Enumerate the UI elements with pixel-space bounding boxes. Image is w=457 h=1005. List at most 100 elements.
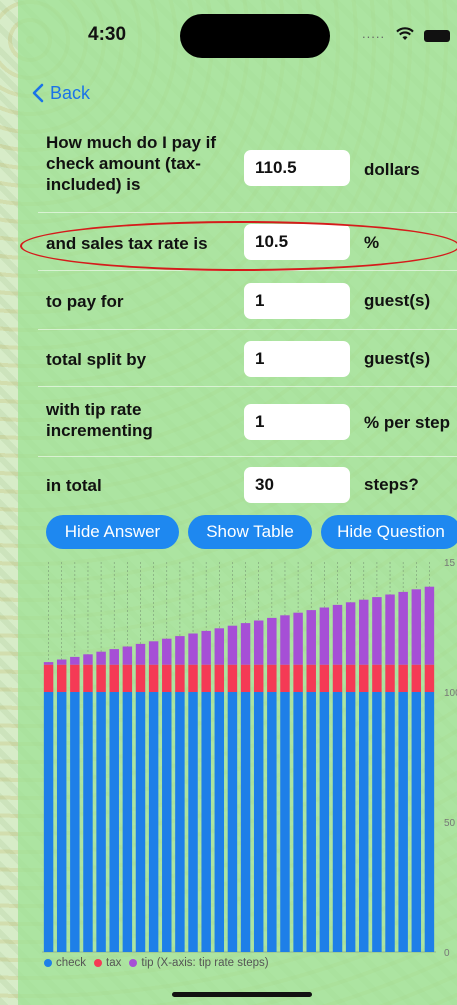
bar-tip-2 [56,659,67,665]
bar-check-9 [148,692,159,952]
legend-tax-label: tax [106,957,122,969]
bar-tax-27 [385,664,395,692]
bar-tax-7 [122,664,133,692]
bar-tip-12 [188,633,198,665]
tip-chart: 0 50 100 15 [42,558,457,959]
bar-check-2 [56,692,67,952]
bar-check-10 [162,692,172,952]
legend-tip-label: tip (X-axis: tip rate steps) [141,957,269,969]
legend-check-swatch [44,959,52,967]
home-indicator [172,992,312,997]
back-button[interactable]: Back [32,80,90,106]
bar-tax-30 [424,664,435,692]
back-label: Back [50,82,91,103]
legend-tax-swatch [94,959,103,967]
bar-tax-19 [280,664,290,692]
question-form: How much do I pay if check amount (tax-i… [38,126,457,511]
wifi-icon [396,27,414,40]
split-label: total split by [46,350,147,369]
bar-tax-2 [56,664,67,692]
signal-dots: ..... [362,26,386,41]
bar-tip-11 [175,636,185,665]
bar-check-23 [332,692,343,952]
y-tick-label: 0 [444,948,450,959]
bar-tip-10 [162,638,172,665]
bar-tip-19 [280,615,290,665]
bar-check-24 [345,692,356,952]
bar-check-17 [253,692,264,952]
bar-check-14 [214,692,225,952]
tip-increment-label: with tip rate incrementing [46,400,153,440]
bar-tax-17 [253,664,264,692]
bar-tax-20 [293,664,303,692]
bar-tip-22 [319,607,330,665]
y-tick-label: 100 [444,688,457,699]
bar-tip-29 [411,589,422,665]
bar-check-22 [319,692,330,952]
bar-tax-12 [188,664,198,692]
bar-check-12 [188,692,198,952]
bar-tip-13 [201,630,211,665]
tip-increment-row: with tip rate incrementing % per step [38,387,457,457]
bar-tax-29 [411,664,422,692]
bar-tip-1 [43,662,54,665]
bar-check-20 [293,692,303,952]
bar-tip-21 [306,610,316,665]
bar-tax-1 [43,664,54,692]
steps-label: in total [46,476,102,495]
bar-check-15 [227,692,238,952]
action-buttons: Hide Answer Show Table Hide Question [46,515,457,549]
highlight-annotation [20,221,457,271]
bar-check-8 [135,692,146,952]
guests-pay-input[interactable] [244,283,350,319]
bar-tax-15 [227,664,238,692]
bar-tax-13 [201,664,211,692]
bar-check-27 [385,692,395,952]
bar-tip-20 [293,612,303,665]
legend-check: check [44,957,86,969]
bar-tip-9 [148,641,159,665]
bar-tax-24 [345,664,356,692]
status-time: 4:30 [88,24,127,45]
bar-check-3 [70,692,80,952]
bar-check-18 [267,692,277,952]
bar-tax-5 [96,664,106,692]
bar-tax-16 [240,664,251,692]
bar-tax-26 [372,664,382,692]
legend-check-label: check [56,957,87,969]
bar-check-25 [359,692,369,952]
bar-check-19 [280,692,290,952]
check-amount-label: How much do I pay if check amount (tax-i… [46,133,217,194]
bar-check-1 [43,692,54,952]
y-tick-label: 50 [444,818,456,829]
split-input[interactable] [244,341,350,377]
bar-tax-11 [175,664,185,692]
bar-tip-16 [240,623,251,665]
bar-tip-8 [135,643,146,665]
hide-question-button[interactable]: Hide Question [321,515,457,549]
bar-tax-6 [109,664,119,692]
chart-legend: check tax tip (X-axis: tip rate steps) [44,957,277,969]
bar-check-21 [306,692,316,952]
bar-check-26 [372,692,382,952]
bar-tip-18 [267,617,277,665]
steps-input[interactable] [244,467,350,503]
battery-icon [424,30,450,42]
bar-check-30 [424,692,435,952]
legend-tip: tip (X-axis: tip rate steps) [129,957,269,969]
bar-check-13 [201,692,211,952]
bar-check-16 [240,692,251,952]
bar-check-7 [122,692,133,952]
bar-tax-10 [162,664,172,692]
bar-tip-15 [227,625,238,665]
steps-row: in total steps? [38,457,457,511]
tip-increment-input[interactable] [244,404,350,440]
bar-tip-24 [345,602,356,665]
show-table-button[interactable]: Show Table [188,515,312,549]
y-tick-label: 15 [444,558,456,569]
check-amount-input[interactable] [244,150,350,186]
bar-tax-22 [319,664,330,692]
hide-answer-button[interactable]: Hide Answer [46,515,179,549]
bar-tax-28 [398,664,408,692]
bar-tax-18 [267,664,277,692]
